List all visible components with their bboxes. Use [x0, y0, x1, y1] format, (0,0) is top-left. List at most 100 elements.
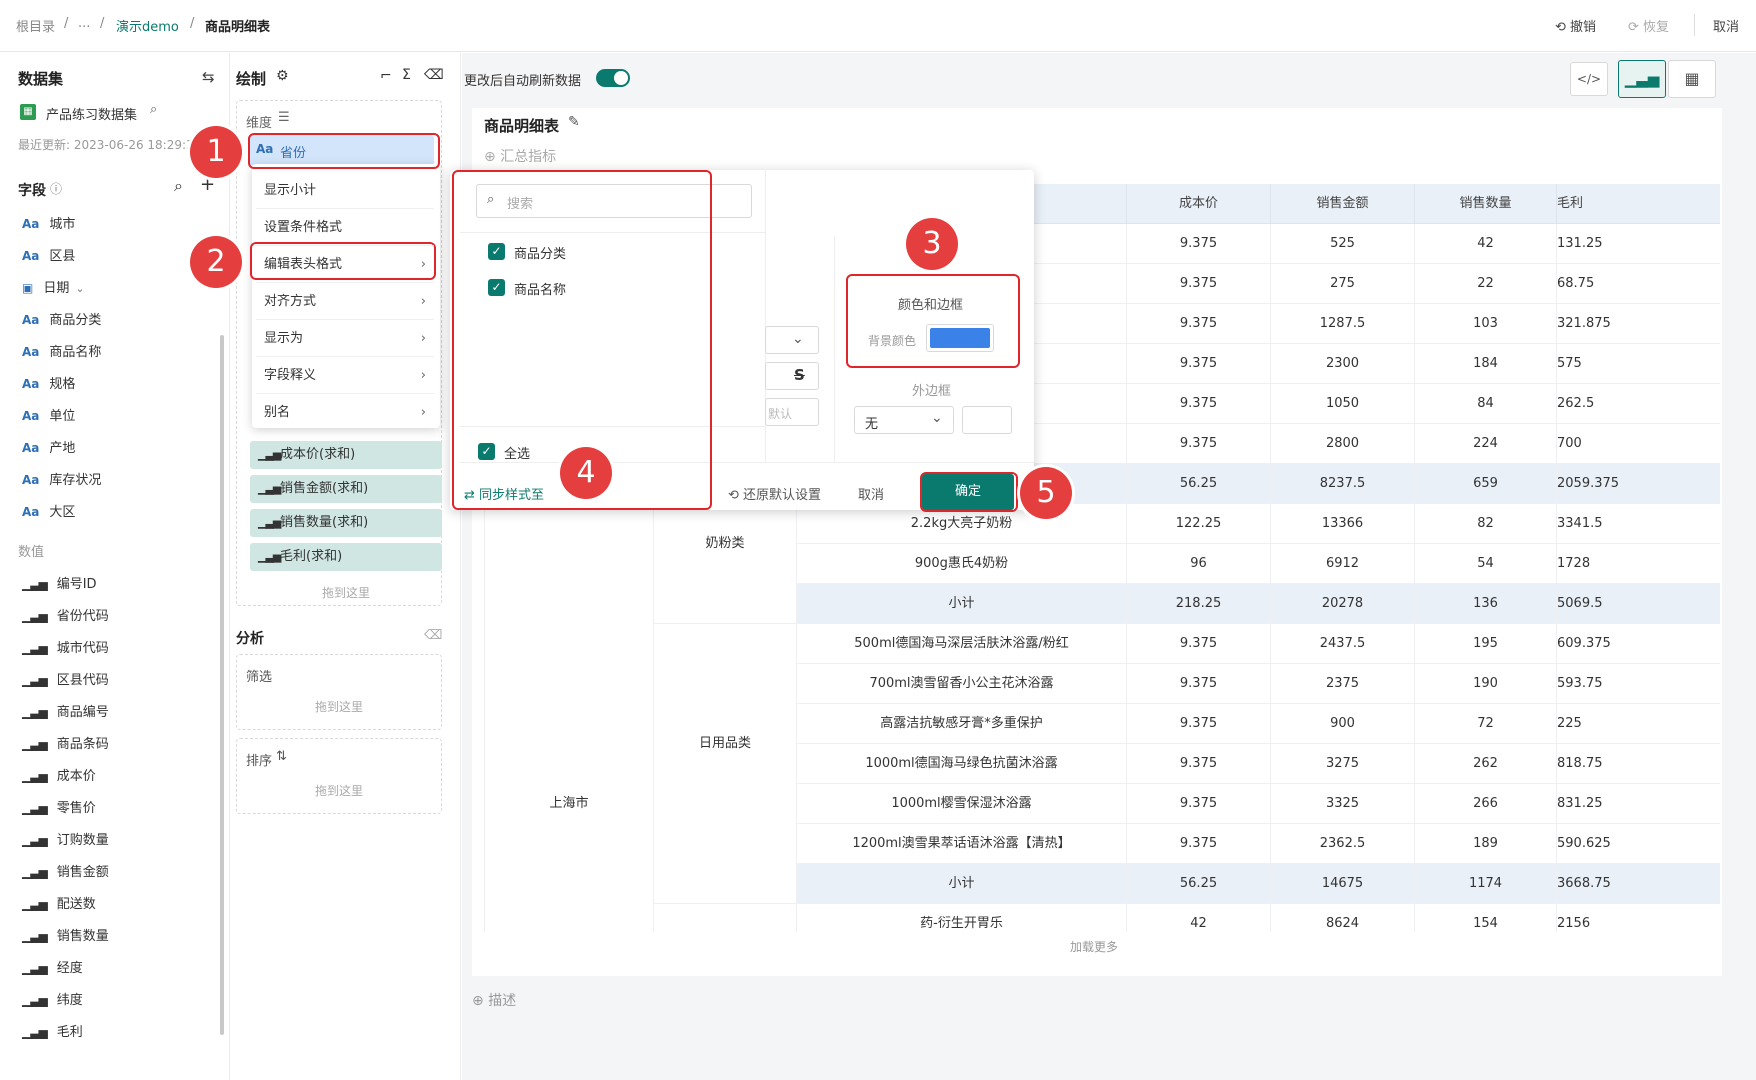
field-item-measure[interactable]: ▁▃▅ 纬度	[22, 989, 83, 1011]
field-item-measure[interactable]: ▁▃▅ 商品条码	[22, 733, 109, 755]
cancel-button[interactable]: 取消	[1713, 16, 1739, 35]
summary-button[interactable]: ⊕ 汇总指标	[484, 146, 556, 166]
scrollbar[interactable]	[220, 335, 224, 1035]
field-item-measure[interactable]: ▁▃▅ 销售数量	[22, 925, 109, 947]
context-menu-item[interactable]: 显示为 ›	[256, 322, 434, 357]
table-cell: 3668.75	[1556, 864, 1611, 904]
chevron-down-icon[interactable]: ⌄	[75, 282, 84, 295]
measure-chip[interactable]: ▁▃▅ 销售数量(求和)	[250, 509, 442, 537]
search-icon[interactable]: ⌕	[174, 176, 183, 196]
load-more-link[interactable]: 加载更多	[1070, 938, 1118, 955]
text-type-icon: Aa	[22, 473, 40, 487]
field-item-measure[interactable]: ▁▃▅ 编号ID	[22, 573, 97, 595]
field-item-dimension[interactable]: Aa 单位	[22, 405, 75, 427]
table-view-button[interactable]: ▦	[1668, 60, 1716, 98]
switch-dataset-icon[interactable]: ⇆	[202, 68, 215, 86]
sheet-icon: ▦	[20, 104, 36, 120]
undo-button[interactable]: ⟲ 撤销	[1555, 16, 1596, 35]
code-view-button[interactable]: </>	[1570, 62, 1608, 96]
breadcrumb-demo[interactable]: 演示demo	[116, 16, 179, 35]
context-menu-item[interactable]: 字段释义 ›	[256, 359, 434, 394]
field-item-dimension[interactable]: Aa 规格	[22, 373, 75, 395]
field-item-measure[interactable]: ▁▃▅ 配送数	[22, 893, 96, 915]
table-cell: 84	[1414, 384, 1556, 424]
table-cell: 22	[1414, 264, 1556, 304]
edit-icon[interactable]: ✎	[568, 114, 580, 130]
eraser-icon[interactable]: ⌫	[424, 628, 442, 643]
table-cell: 2800	[1270, 424, 1414, 464]
field-item-measure[interactable]: ▁▃▅ 商品编号	[22, 701, 109, 723]
chevron-right-icon: ›	[420, 257, 426, 272]
eraser-icon[interactable]: ⌫	[424, 67, 444, 83]
measure-chip[interactable]: ▁▃▅ 毛利(求和)	[250, 543, 442, 571]
field-item-measure[interactable]: ▁▃▅ 销售金额	[22, 861, 109, 883]
context-menu-item[interactable]: 编辑表头格式 ›	[256, 248, 434, 283]
table-cell: 68.75	[1556, 264, 1594, 304]
field-label: 销售数量	[56, 929, 109, 944]
field-item-dimension[interactable]: ▣ 日期 ⌄	[22, 277, 85, 299]
sigma-icon[interactable]: Σ	[402, 67, 411, 83]
breadcrumb-root[interactable]: 根目录	[16, 16, 55, 35]
chart-view-button[interactable]: ▁▃▅	[1618, 60, 1666, 98]
corner-icon[interactable]: ⌐	[380, 68, 392, 84]
style-toolbar[interactable]: S	[765, 362, 819, 390]
table-cell: 1287.5	[1270, 304, 1414, 344]
describe-button[interactable]: ⊕ 描述	[472, 990, 516, 1010]
chevron-right-icon: ›	[420, 294, 426, 309]
measure-chip[interactable]: ▁▃▅ 成本价(求和)	[250, 441, 442, 469]
auto-refresh-toggle[interactable]	[596, 69, 630, 87]
font-select[interactable]: ⌄	[765, 326, 819, 354]
column-header[interactable]: 销售数量	[1414, 184, 1556, 224]
field-item-measure[interactable]: ▁▃▅ 订购数量	[22, 829, 109, 851]
field-item-dimension[interactable]: Aa 商品名称	[22, 341, 101, 363]
field-item-measure[interactable]: ▁▃▅ 经度	[22, 957, 83, 979]
column-header[interactable]: 毛利	[1556, 184, 1583, 224]
field-item-dimension[interactable]: Aa 大区	[22, 501, 75, 523]
border-select[interactable]: 无 ⌄	[854, 406, 954, 434]
table-cell: 2375	[1270, 664, 1414, 704]
bar-chart-icon: ▁▃▅	[258, 550, 281, 563]
field-item-measure[interactable]: ▁▃▅ 毛利	[22, 1021, 83, 1043]
context-menu-item[interactable]: 设置条件格式	[256, 211, 434, 246]
field-item-measure[interactable]: ▁▃▅ 省份代码	[22, 605, 109, 627]
field-item-measure[interactable]: ▁▃▅ 城市代码	[22, 637, 109, 659]
breadcrumb-ellipsis[interactable]: ...	[78, 16, 90, 31]
field-item-measure[interactable]: ▁▃▅ 成本价	[22, 765, 96, 787]
field-item-dimension[interactable]: Aa 产地	[22, 437, 75, 459]
table-cell: 190	[1414, 664, 1556, 704]
border-color-picker[interactable]	[962, 406, 1012, 434]
default-field[interactable]: 默认	[765, 398, 819, 426]
field-item-dimension[interactable]: Aa 商品分类	[22, 309, 101, 331]
dataset-name[interactable]: 产品练习数据集	[46, 104, 137, 123]
date-icon: ▣	[22, 281, 34, 295]
field-label: 库存状况	[49, 473, 102, 488]
measure-chip[interactable]: ▁▃▅ 销售金额(求和)	[250, 475, 442, 503]
field-item-measure[interactable]: ▁▃▅ 区县代码	[22, 669, 109, 691]
table-cell: 262.5	[1556, 384, 1594, 424]
panel-cancel-button[interactable]: 取消	[858, 484, 884, 503]
strikethrough-icon[interactable]: S	[794, 366, 805, 384]
table-cell: 2300	[1270, 344, 1414, 384]
bar-chart-icon: ▁▃▅	[22, 865, 48, 879]
field-item-dimension[interactable]: Aa 区县	[22, 245, 75, 267]
column-header[interactable]: 销售金额	[1270, 184, 1414, 224]
step-badge-1: 1	[190, 126, 242, 178]
settings-icon[interactable]: ⚙	[276, 68, 289, 84]
context-menu-item[interactable]: 显示小计	[256, 174, 434, 209]
preview-icon[interactable]: ⌕	[150, 102, 157, 117]
table-cell: 13366	[1270, 504, 1414, 544]
field-item-measure[interactable]: ▁▃▅ 零售价	[22, 797, 96, 819]
restore-default-button[interactable]: ⟲ 还原默认设置	[728, 484, 821, 503]
sort-icon[interactable]: ⇅	[276, 749, 287, 764]
context-menu-item[interactable]: 对齐方式 ›	[256, 285, 434, 320]
field-item-dimension[interactable]: Aa 城市	[22, 213, 75, 235]
column-header[interactable]: 成本价	[1126, 184, 1270, 224]
context-menu-item[interactable]: 别名 ›	[264, 396, 434, 429]
field-item-dimension[interactable]: Aa 库存状况	[22, 469, 101, 491]
redo-button[interactable]: ⟳ 恢复	[1628, 16, 1669, 35]
table-cell: 262	[1414, 744, 1556, 784]
table-cell: 609.375	[1556, 624, 1611, 664]
table-cell: 1200ml澳雪果萃话语沐浴露【清热】	[796, 824, 1126, 864]
table-cell: 9.375	[1126, 264, 1270, 304]
info-icon[interactable]: ⓘ	[50, 180, 62, 197]
